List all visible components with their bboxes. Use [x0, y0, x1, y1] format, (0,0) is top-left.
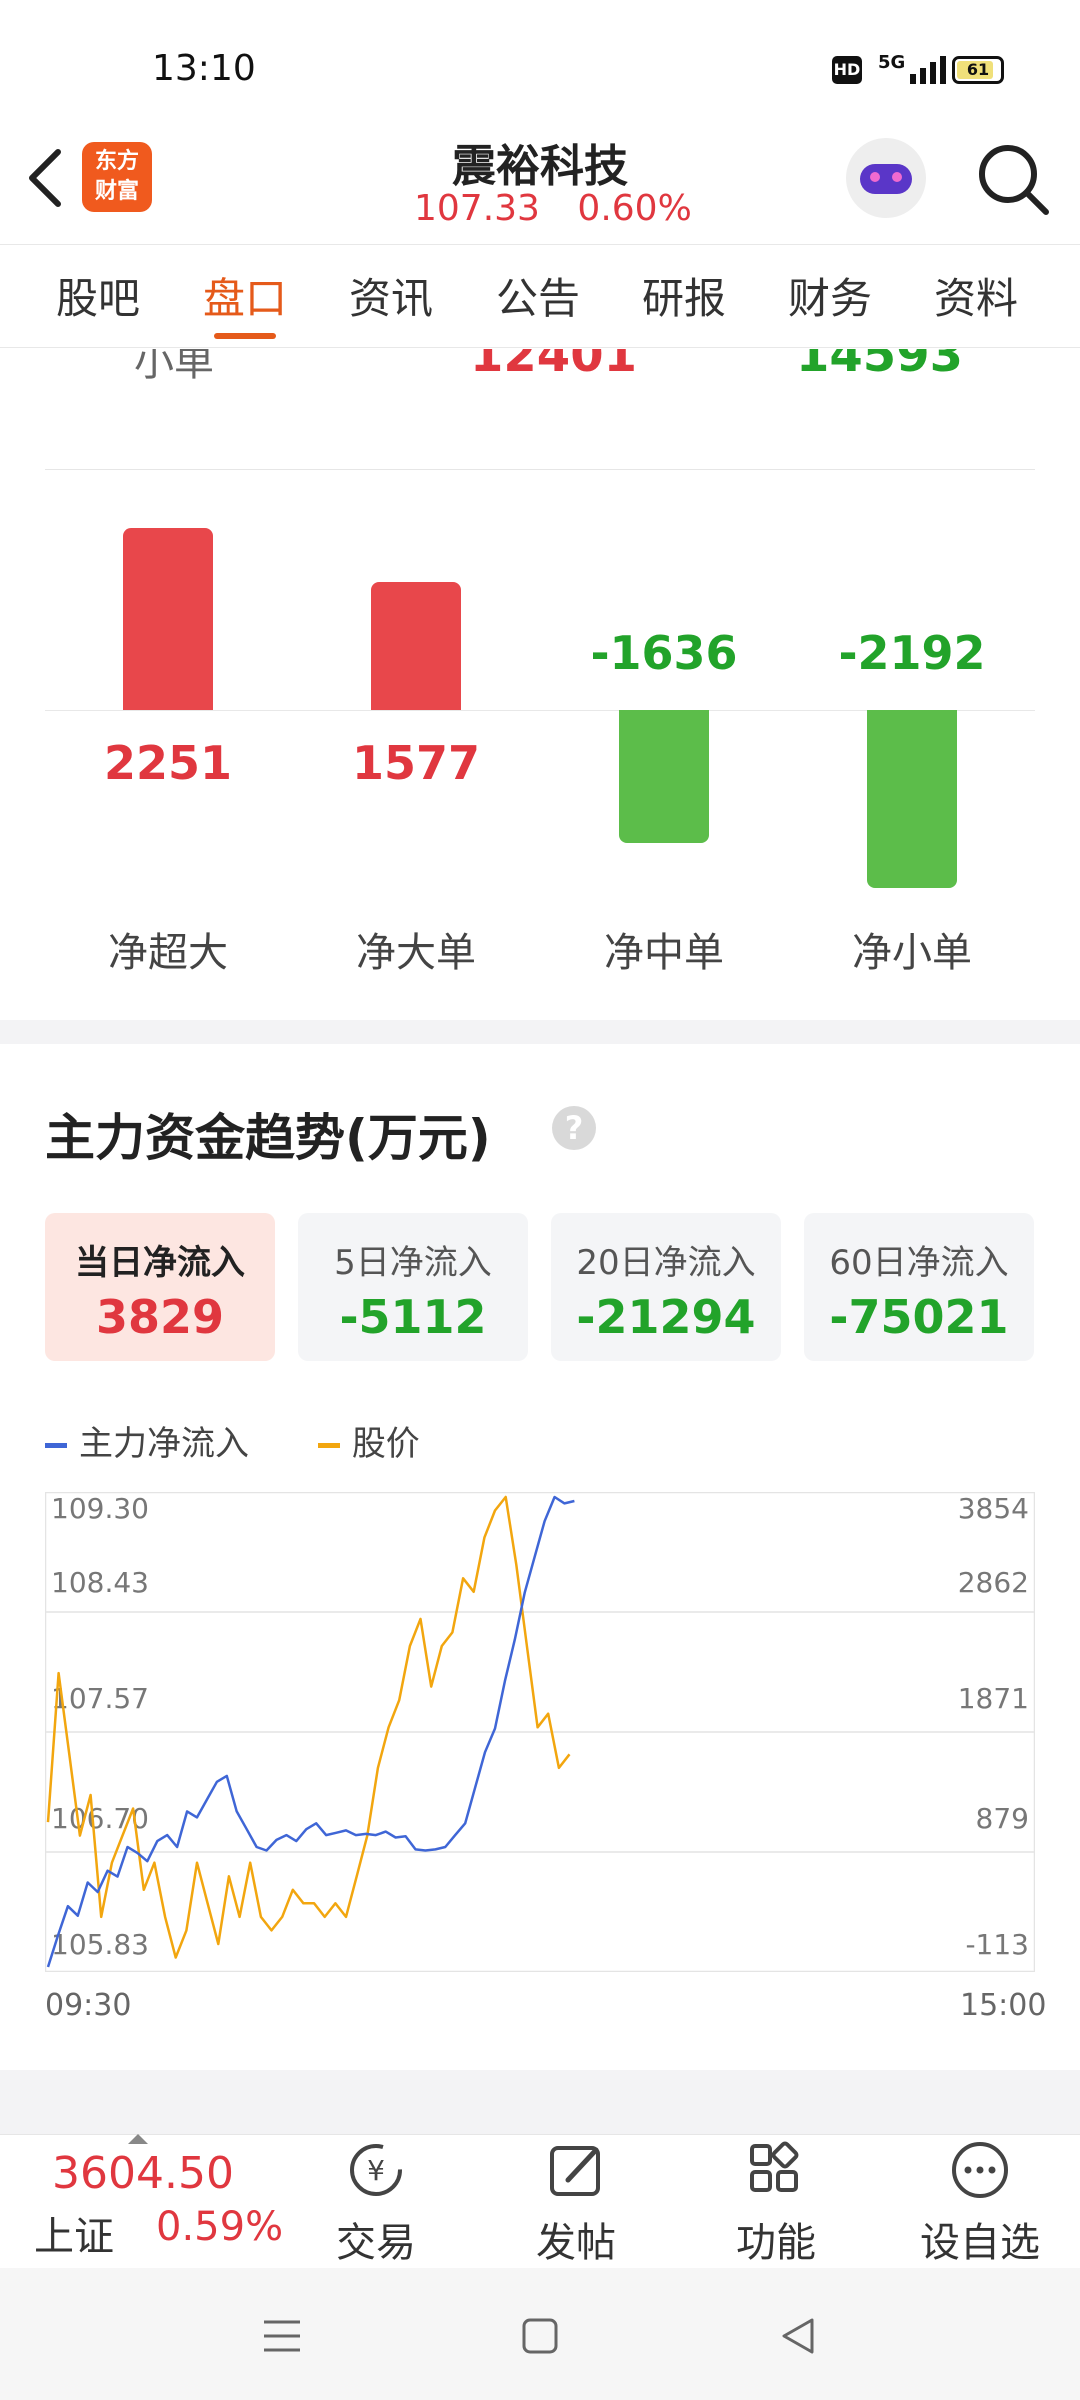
tab-pankou[interactable]: 盘口: [203, 265, 287, 326]
left-tick-label: 105.83: [51, 1928, 149, 1961]
network-5g-icon: 5G: [878, 52, 906, 73]
net-flow-value: 1577: [351, 736, 481, 790]
right-tick-label: 1871: [958, 1682, 1029, 1715]
status-bar: 13:10 HD 5G 61: [0, 0, 1080, 130]
legend-flow: 主力净流入: [79, 1424, 249, 1464]
net-flow-bar: [867, 710, 957, 888]
tab-profile[interactable]: 资料: [934, 265, 1018, 326]
left-tick-label: 108.43: [51, 1566, 149, 1599]
section-separator: [0, 1020, 1080, 1044]
chart-legend: 主力净流入 股价: [45, 1416, 420, 1465]
system-nav-bar: [0, 2268, 1080, 2400]
net-flow-value: -1636: [590, 626, 738, 680]
tab-finance[interactable]: 财务: [788, 265, 872, 326]
post-button[interactable]: 发帖: [506, 2140, 646, 2268]
right-tick-label: 879: [976, 1802, 1029, 1835]
legend-price: 股价: [351, 1424, 420, 1464]
trade-button[interactable]: ¥ 交易: [306, 2140, 446, 2268]
grid-icon: [750, 2141, 799, 2192]
tab-guba[interactable]: 股吧: [56, 265, 140, 326]
index-name: 上证: [34, 2214, 114, 2260]
stock-price-row: 107.33 0.60%: [414, 188, 692, 229]
search-icon[interactable]: [976, 142, 1050, 216]
x-axis-end: 15:00: [960, 1988, 1047, 2023]
order-row-small: 小单 12401 14593: [0, 349, 1080, 389]
stock-change-pct: 0.60%: [577, 188, 692, 229]
more-circle-icon: [952, 2142, 1008, 2198]
fund-card-20day[interactable]: 20日净流入 -21294: [551, 1213, 781, 1361]
back-nav-icon[interactable]: [778, 2316, 818, 2356]
menu-icon[interactable]: [262, 2316, 302, 2356]
tab-bar: 股吧 盘口 资讯 公告 研报 财务 资料: [0, 244, 1080, 348]
home-icon[interactable]: [520, 2316, 560, 2356]
left-tick-label: 107.57: [51, 1682, 149, 1715]
fund-card-today[interactable]: 当日净流入 3829: [45, 1213, 275, 1361]
net-flow-value: 2251: [103, 736, 233, 790]
index-value: 3604.50: [52, 2148, 234, 2199]
row-out-value: 14593: [796, 349, 963, 383]
signal-icon: [910, 56, 946, 84]
tab-announcements[interactable]: 公告: [496, 265, 580, 326]
stock-price: 107.33: [414, 188, 540, 229]
trend-title-text: 主力资金趋势: [45, 1109, 345, 1167]
left-tick-label: 109.30: [51, 1492, 149, 1525]
x-axis-start: 09:30: [45, 1988, 132, 2023]
active-tab-indicator: [214, 333, 276, 339]
trend-unit: (万元): [345, 1109, 491, 1167]
legend-swatch-price: [317, 1443, 340, 1448]
trade-icon: ¥: [350, 2144, 402, 2196]
battery-icon: 61: [952, 56, 1004, 84]
net-flow-bar: [123, 527, 213, 710]
trend-title: 主力资金趋势(万元): [45, 1098, 491, 1170]
trend-line-chart[interactable]: 109.30 3854108.43 2862107.57 1871106.70 8791…: [45, 1492, 1035, 1972]
right-tick-label: 2862: [958, 1566, 1029, 1599]
stock-header: 东方 财富 震裕科技 107.33 0.60%: [0, 130, 1080, 242]
index-ticker[interactable]: 3604.50 上证 0.59%: [0, 2134, 300, 2268]
net-flow-chart: 2251 净超大 1577 净大单 -1636 净中单 -2192 净小单: [0, 480, 1080, 1000]
hd-icon: HD: [832, 56, 862, 84]
ai-robot-avatar[interactable]: [846, 138, 926, 218]
net-flow-bar: [371, 582, 461, 710]
section-separator-bottom: [0, 2070, 1080, 2134]
net-flow-bar: [619, 710, 709, 843]
help-icon[interactable]: ?: [552, 1106, 596, 1150]
right-tick-label: -113: [965, 1928, 1029, 1961]
fund-card-60day[interactable]: 60日净流入 -75021: [804, 1213, 1034, 1361]
net-flow-value: -2192: [838, 626, 986, 680]
net-flow-label: 净小单: [852, 930, 972, 976]
status-time: 13:10: [152, 48, 256, 89]
tab-news[interactable]: 资讯: [349, 265, 433, 326]
tab-research[interactable]: 研报: [642, 265, 726, 326]
row-in-value: 12401: [470, 349, 637, 383]
row-label: 小单: [134, 349, 214, 385]
caret-up-icon: [128, 2134, 148, 2144]
net-flow-label: 净中单: [604, 930, 724, 976]
divider: [45, 469, 1035, 470]
right-tick-label: 3854: [958, 1492, 1029, 1525]
index-change: 0.59%: [156, 2204, 284, 2250]
svg-text:¥: ¥: [367, 2154, 385, 2187]
functions-button[interactable]: 功能: [706, 2140, 846, 2268]
fund-card-5day[interactable]: 5日净流入 -5112: [298, 1213, 528, 1361]
add-watchlist-button[interactable]: 设自选: [910, 2140, 1050, 2268]
edit-icon: [550, 2146, 600, 2196]
net-flow-label: 净大单: [356, 930, 476, 976]
net-flow-label: 净超大: [108, 930, 228, 976]
legend-swatch-flow: [45, 1443, 67, 1448]
